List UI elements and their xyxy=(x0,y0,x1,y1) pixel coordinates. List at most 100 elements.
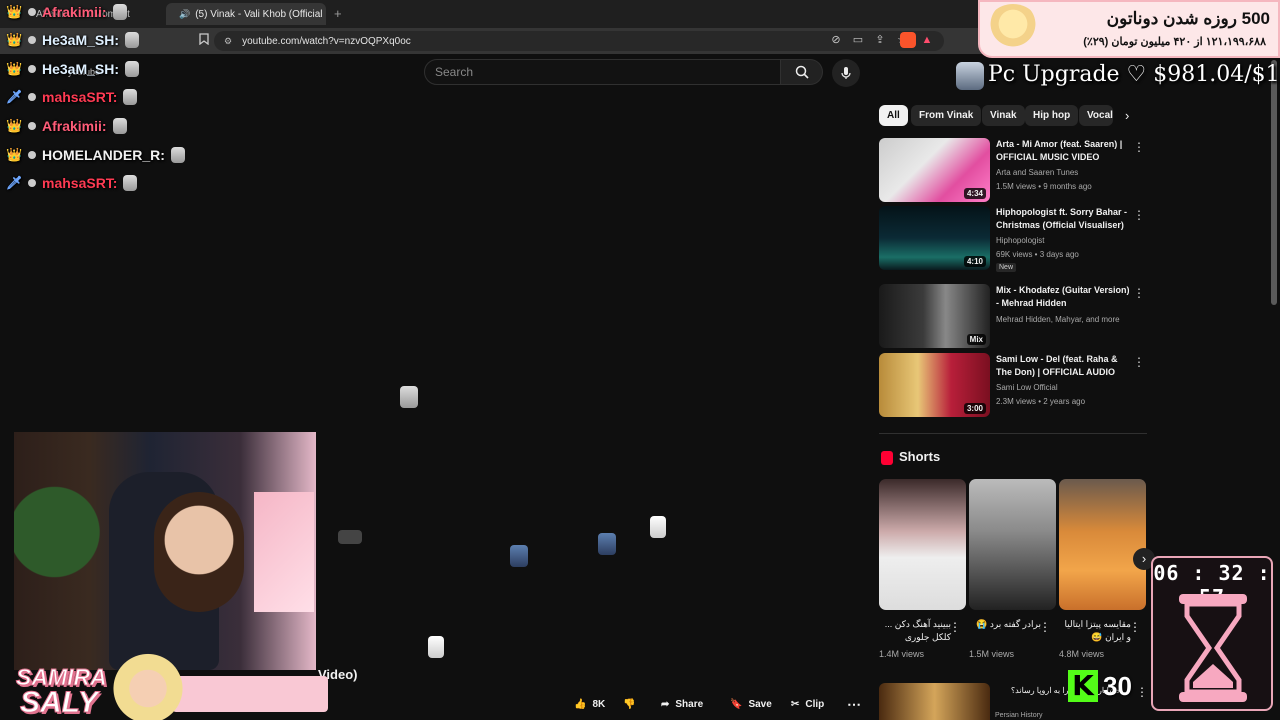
new-tab-button[interactable]: + xyxy=(334,6,342,21)
rec-channel[interactable]: Arta and Saaren Tunes xyxy=(996,168,1078,177)
more-options-icon[interactable]: ⋮ xyxy=(1133,140,1145,154)
chip-all[interactable]: All xyxy=(879,105,908,126)
chat-message: 🗡 mahsaSRT: xyxy=(6,86,138,108)
rec-meta: 2.3M views • 2 years ago xyxy=(996,397,1086,406)
sword-badge-icon: 🗡 xyxy=(6,175,23,190)
tab-label: (5) Vinak - Vali Khob (Official xyxy=(195,8,323,20)
cast-icon[interactable]: ▭ xyxy=(851,33,865,47)
chip-from-vinak[interactable]: From Vinak xyxy=(911,105,982,126)
next-video-channel[interactable]: Persian History xyxy=(995,712,1042,719)
more-options-icon[interactable]: ⋮ xyxy=(1133,208,1145,222)
bookmark-icon[interactable] xyxy=(197,33,211,47)
rec-title[interactable]: Arta - Mi Amor (feat. Saaren) | OFFICIAL… xyxy=(996,138,1131,164)
crown-badge-icon: 👑 xyxy=(6,32,23,47)
more-options-icon[interactable]: ⋮ xyxy=(1133,355,1145,369)
more-actions-button[interactable]: ⋯ xyxy=(847,693,861,715)
more-options-icon[interactable]: ⋮ xyxy=(1129,620,1141,634)
dislike-button[interactable]: 👎 xyxy=(623,693,635,715)
chat-username: He3aM_SH: xyxy=(42,32,120,48)
rec-title[interactable]: Sami Low - Del (feat. Raha & The Don) | … xyxy=(996,353,1131,379)
search-input[interactable]: Search xyxy=(424,59,781,85)
chips-next-icon[interactable]: › xyxy=(1125,108,1129,123)
mix-badge: Mix xyxy=(966,334,986,345)
short-thumbnail-2[interactable] xyxy=(969,479,1056,610)
short-title[interactable]: برادر گفته برد 😭 xyxy=(969,618,1041,631)
video-thumbnail[interactable]: 3:00 xyxy=(879,353,990,417)
rec-meta: 1.5M views • 9 months ago xyxy=(996,182,1092,191)
share-icon: ➦ xyxy=(661,698,670,710)
floating-emote xyxy=(650,516,666,538)
site-info-icon[interactable]: ⚙ xyxy=(224,36,232,47)
donation-title: 500 روزه شدن دوناتون xyxy=(1106,9,1270,28)
voice-search-button[interactable] xyxy=(832,59,860,87)
chip-vocal[interactable]: Vocal xyxy=(1079,105,1113,126)
short-thumbnail-3[interactable] xyxy=(1059,479,1146,610)
rec-channel[interactable]: Hiphopologist xyxy=(996,236,1044,245)
viewer-count: 30 xyxy=(1103,671,1132,701)
video-thumbnail[interactable]: 4:10 xyxy=(879,206,990,270)
chat-message: 🗡 mahsaSRT: xyxy=(6,172,138,194)
chip-vinak[interactable]: Vinak xyxy=(982,105,1025,126)
search-button[interactable] xyxy=(781,59,823,85)
crown-badge-icon: 👑 xyxy=(6,118,23,133)
search-placeholder: Search xyxy=(435,65,474,79)
chat-message: 👑 HOMELANDER_R: xyxy=(6,144,185,166)
hourglass-icon xyxy=(1179,594,1247,702)
share-button[interactable]: ➦ Share xyxy=(661,693,703,715)
save-label: Save xyxy=(748,698,772,710)
like-count: 8K xyxy=(592,698,606,710)
chip-hip-hop[interactable]: Hip hop xyxy=(1025,105,1079,126)
countdown-panel: 06 : 32 : 57 xyxy=(1151,556,1273,711)
thumbs-down-icon: 👎 xyxy=(623,698,636,710)
camera-blocked-icon[interactable]: ⊘ xyxy=(829,33,843,47)
user-badge-icon xyxy=(28,8,36,16)
user-badge-icon xyxy=(28,93,36,101)
like-button[interactable]: 👍 8K xyxy=(574,693,605,715)
name-banner-bar xyxy=(172,676,328,712)
section-divider xyxy=(879,433,1147,434)
clip-button[interactable]: ✂ Clip xyxy=(791,693,824,715)
share-page-icon[interactable]: ⇪ xyxy=(873,33,887,47)
streamer-name-banner: SAMIRA SALY xyxy=(0,650,330,720)
more-options-icon[interactable]: ⋮ xyxy=(949,620,961,634)
rec-channel[interactable]: Mehrad Hidden, Mahyar, and more xyxy=(996,315,1120,324)
short-title[interactable]: ببینید آهنگ دکن ... کلکل جلوری xyxy=(879,618,951,644)
short-title[interactable]: مقایسه پیتزا ایتالیا و ایران 😅 xyxy=(1059,618,1131,644)
next-video-thumbnail[interactable] xyxy=(879,683,990,720)
streamer-name-bottom: SALY xyxy=(20,686,99,720)
video-thumbnail[interactable]: Mix xyxy=(879,284,990,348)
rec-video-1[interactable]: 4:34 Arta - Mi Amor (feat. Saaren) | OFF… xyxy=(879,138,1147,202)
rec-video-2[interactable]: 4:10 Hiphopologist ft. Sorry Bahar - Chr… xyxy=(879,206,1147,272)
more-options-icon[interactable]: ⋮ xyxy=(1133,286,1145,300)
speaker-icon: 🔊 xyxy=(179,8,191,19)
save-button[interactable]: 🔖 Save xyxy=(730,693,772,715)
rewards-icon[interactable]: ▲ xyxy=(920,33,934,47)
short-thumbnail-1[interactable] xyxy=(879,479,966,610)
rec-mix-3[interactable]: Mix Mix - Khodafez (Guitar Version) - Me… xyxy=(879,284,1147,348)
light-panels xyxy=(254,492,314,612)
brave-shield-icon[interactable] xyxy=(900,32,916,48)
rec-title[interactable]: Mix - Khodafez (Guitar Version) - Mehrad… xyxy=(996,284,1131,310)
more-icon: ⋯ xyxy=(847,695,861,712)
tab-vinak-video[interactable]: 🔊 (5) Vinak - Vali Khob (Official ✕ xyxy=(166,3,326,25)
page-scrollbar[interactable] xyxy=(1271,60,1277,305)
duration-badge: 4:10 xyxy=(963,256,986,267)
new-badge: New xyxy=(996,263,1017,272)
more-options-icon[interactable]: ⋮ xyxy=(1039,620,1051,634)
more-options-icon[interactable]: ⋮ xyxy=(1136,685,1148,699)
christmas-tree xyxy=(14,432,104,632)
user-badge-icon xyxy=(28,151,36,159)
rec-title[interactable]: Hiphopologist ft. Sorry Bahar - Christma… xyxy=(996,206,1131,232)
user-badge-icon xyxy=(28,36,36,44)
url-text: youtube.com/watch?v=nzvOQPXq0oc xyxy=(242,35,411,47)
rec-channel[interactable]: Sami Low Official xyxy=(996,383,1058,392)
video-thumbnail[interactable]: 4:34 xyxy=(879,138,990,202)
floating-emote xyxy=(428,636,444,658)
short-views: 1.4M views xyxy=(879,649,925,659)
chat-message: 👑 Afrakimii: xyxy=(6,1,127,23)
chat-emote xyxy=(170,147,185,163)
microphone-icon xyxy=(841,67,851,79)
goal-emote-icon xyxy=(956,62,984,90)
rec-video-4[interactable]: 3:00 Sami Low - Del (feat. Raha & The Do… xyxy=(879,353,1147,417)
chat-message: 👑 He3aM_SH: xyxy=(6,58,140,80)
